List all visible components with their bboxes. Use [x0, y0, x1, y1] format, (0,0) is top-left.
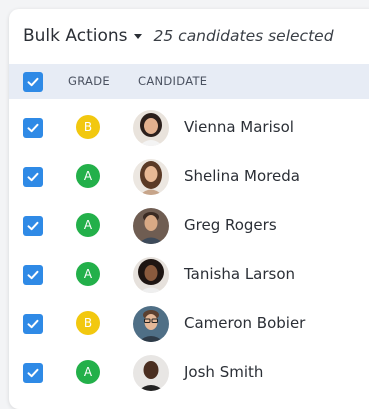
candidate-name[interactable]: Shelina Moreda	[184, 167, 300, 185]
grade-badge: A	[76, 213, 100, 237]
check-icon	[27, 123, 39, 133]
avatar	[133, 159, 169, 195]
list-header: Bulk Actions 25 candidates selected	[23, 23, 334, 49]
table-row[interactable]: A Tanisha Larson	[9, 251, 369, 300]
candidate-name[interactable]: Josh Smith	[184, 363, 263, 381]
check-icon	[27, 368, 39, 378]
row-checkbox[interactable]	[23, 363, 43, 383]
avatar	[133, 306, 169, 342]
table-row[interactable]: A Shelina Moreda	[9, 153, 369, 202]
bulk-actions-dropdown[interactable]: Bulk Actions	[23, 26, 142, 46]
grade-badge: A	[76, 262, 100, 286]
table-row[interactable]: B Vienna Marisol	[9, 104, 369, 153]
row-checkbox[interactable]	[23, 314, 43, 334]
selected-count: 25 candidates selected	[153, 27, 334, 45]
grade-badge: B	[76, 115, 100, 139]
check-icon	[27, 270, 39, 280]
column-header-row: GRADE CANDIDATE	[9, 64, 369, 99]
avatar	[133, 355, 169, 391]
table-row[interactable]: A Josh Smith	[9, 349, 369, 398]
grade-badge: A	[76, 360, 100, 384]
candidate-list-card: Bulk Actions 25 candidates selected GRAD…	[9, 9, 369, 409]
candidate-name[interactable]: Greg Rogers	[184, 216, 277, 234]
caret-down-icon	[133, 33, 142, 39]
avatar	[133, 257, 169, 293]
candidate-column-header[interactable]: CANDIDATE	[138, 74, 207, 88]
check-icon	[27, 172, 39, 182]
row-checkbox[interactable]	[23, 118, 43, 138]
select-all-checkbox[interactable]	[23, 72, 43, 92]
grade-badge: A	[76, 164, 100, 188]
row-checkbox[interactable]	[23, 265, 43, 285]
avatar	[133, 208, 169, 244]
bulk-actions-label: Bulk Actions	[23, 26, 128, 46]
candidate-name[interactable]: Vienna Marisol	[184, 118, 294, 136]
grade-badge: B	[76, 311, 100, 335]
candidate-name[interactable]: Tanisha Larson	[184, 265, 295, 283]
avatar	[133, 110, 169, 146]
grade-column-header[interactable]: GRADE	[68, 74, 110, 88]
table-row[interactable]: B Cameron Bobier	[9, 300, 369, 349]
row-checkbox[interactable]	[23, 167, 43, 187]
check-icon	[27, 221, 39, 231]
check-icon	[27, 319, 39, 329]
check-icon	[27, 77, 39, 87]
candidate-name[interactable]: Cameron Bobier	[184, 314, 305, 332]
table-row[interactable]: A Greg Rogers	[9, 202, 369, 251]
row-checkbox[interactable]	[23, 216, 43, 236]
